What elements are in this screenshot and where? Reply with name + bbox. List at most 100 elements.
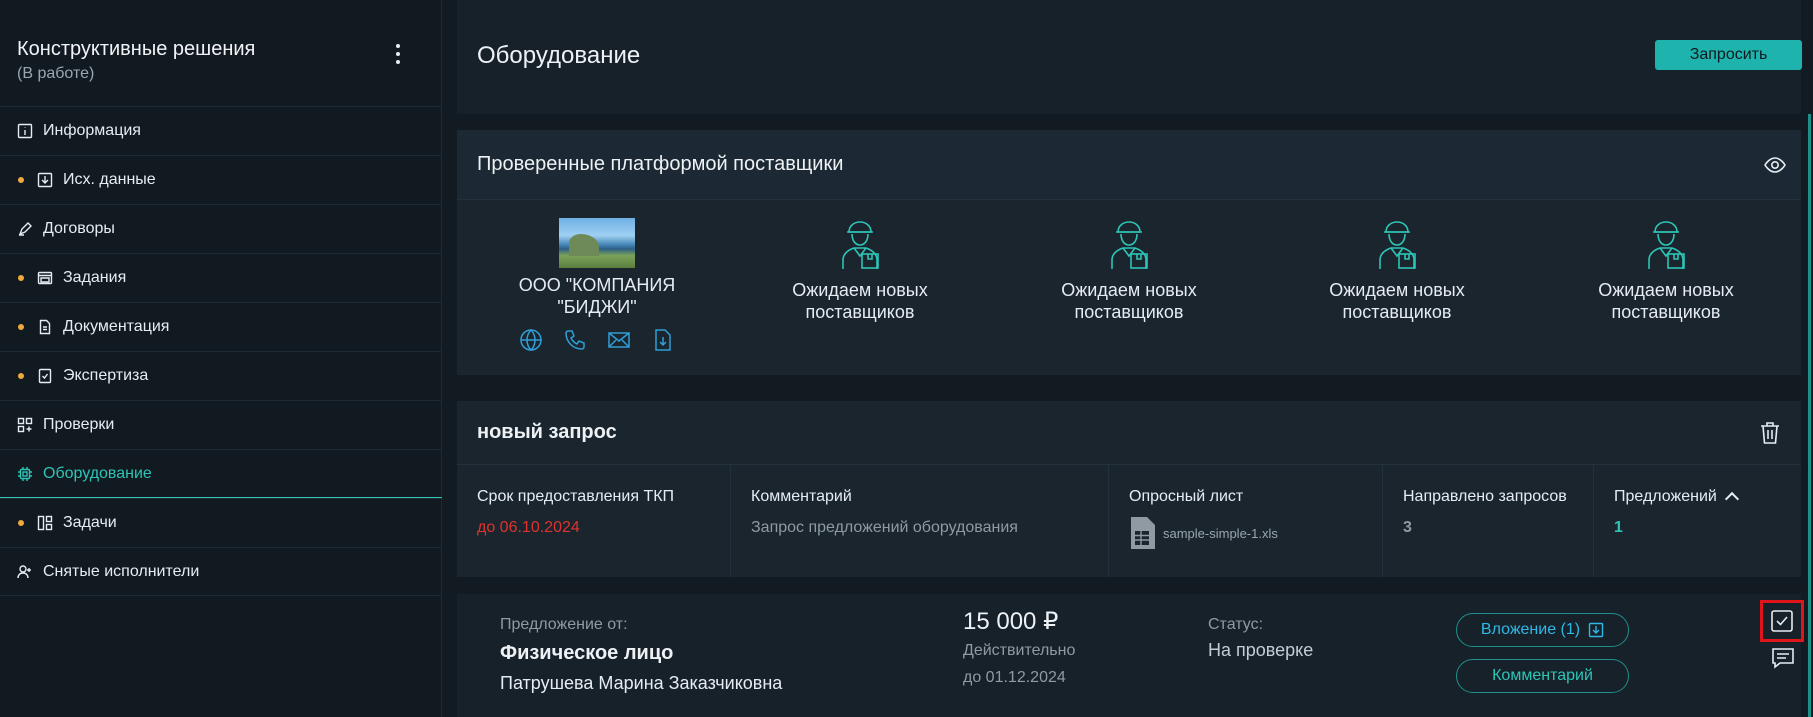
checkbox-icon xyxy=(1771,610,1793,632)
grid-icon xyxy=(17,417,33,433)
status-value: На проверке xyxy=(1208,640,1314,660)
questionnaire-column: Опросный лист sample-simple-1.xls xyxy=(1109,465,1383,577)
chip-icon xyxy=(17,466,33,482)
supplier-name: Ожидаем новых поставщиков xyxy=(1598,280,1734,322)
sidebar-item-equipment[interactable]: Оборудование xyxy=(0,449,442,498)
status-label: Статус: xyxy=(1208,616,1264,633)
supplier-card[interactable]: ООО "КОМПАНИЯ "БИДЖИ" xyxy=(497,218,697,352)
sidebar-item-label: Задания xyxy=(63,269,127,286)
download-icon xyxy=(37,172,53,188)
offer-from-label: Предложение от: xyxy=(500,616,628,633)
offer-from-name: Патрушева Марина Заказчиковна xyxy=(500,673,783,693)
sidebar-item-label: Исх. данные xyxy=(63,171,156,188)
supplier-name: Ожидаем новых поставщиков xyxy=(792,280,928,322)
questionnaire-file[interactable]: sample-simple-1.xls xyxy=(1129,517,1278,549)
courier-icon xyxy=(1111,221,1148,269)
offer-price: 15 000 ₽ xyxy=(963,608,1059,635)
info-icon xyxy=(17,123,33,139)
sent-count: 3 xyxy=(1403,519,1412,536)
sidebar-item-info[interactable]: Информация xyxy=(0,106,442,155)
sidebar-item-label: Снятые исполнители xyxy=(43,563,200,580)
supplier-logo xyxy=(559,218,635,268)
spreadsheet-file-icon xyxy=(1131,517,1155,549)
deadline-label: Срок предоставления ТКП xyxy=(477,488,675,505)
suppliers-panel: Проверенные платформой поставщики ООО "К… xyxy=(457,130,1801,375)
sidebar-item-label: Документация xyxy=(63,318,170,335)
courier-icon xyxy=(842,221,879,269)
download-icon xyxy=(1588,622,1604,638)
sidebar-item-documentation[interactable]: Документация xyxy=(0,302,442,351)
sidebar: Конструктивные решения (В работе) Информ… xyxy=(0,0,442,717)
file-download-icon[interactable] xyxy=(651,328,675,352)
trash-icon[interactable] xyxy=(1759,421,1781,445)
supplier-card: Ожидаем новых поставщиков xyxy=(1566,218,1766,323)
globe-icon[interactable] xyxy=(519,328,543,352)
sidebar-item-label: Проверки xyxy=(43,416,115,433)
offers-label: Предложений xyxy=(1614,488,1717,505)
supplier-name: Ожидаем новых поставщиков xyxy=(1061,280,1197,322)
chevron-up-icon[interactable] xyxy=(1724,491,1739,507)
deadline-column: Срок предоставления ТКП до 06.10.2024 xyxy=(457,465,731,577)
sidebar-item-checks[interactable]: Проверки xyxy=(0,400,442,449)
sidebar-item-tasks[interactable]: Задачи xyxy=(0,498,442,547)
phone-icon[interactable] xyxy=(563,328,587,352)
request-button[interactable]: Запросить xyxy=(1655,40,1802,70)
request-header: новый запрос xyxy=(457,401,1801,465)
window-icon xyxy=(37,270,53,286)
file-name: sample-simple-1.xls xyxy=(1163,525,1278,541)
request-details: Срок предоставления ТКП до 06.10.2024 Ко… xyxy=(457,465,1801,577)
supplier-card: Ожидаем новых поставщиков xyxy=(1297,218,1497,323)
sidebar-item-removed-executors[interactable]: Снятые исполнители xyxy=(0,547,442,596)
status-dot xyxy=(18,373,24,379)
status-dot xyxy=(18,324,24,330)
suppliers-title: Проверенные платформой поставщики xyxy=(477,153,844,175)
sidebar-item-source-data[interactable]: Исх. данные xyxy=(0,155,442,204)
attachment-button-label: Вложение (1) xyxy=(1480,621,1581,638)
project-status: (В работе) xyxy=(17,65,95,82)
sidebar-item-label: Экспертиза xyxy=(63,367,149,384)
comment-label: Комментарий xyxy=(751,488,852,505)
checklist-icon xyxy=(37,368,53,384)
sidebar-item-tasks-assignments[interactable]: Задания xyxy=(0,253,442,302)
project-title: Конструктивные решения xyxy=(17,38,256,60)
comment-value: Запрос предложений оборудования xyxy=(751,519,1018,536)
offer-from-type: Физическое лицо xyxy=(500,642,674,664)
main-content: Оборудование Запросить Проверенные платф… xyxy=(443,0,1813,717)
request-panel: новый запрос Срок предоставления ТКП до … xyxy=(457,401,1801,577)
comment-button[interactable]: Комментарий xyxy=(1456,659,1629,693)
supplier-contacts xyxy=(497,328,697,352)
sidebar-item-contracts[interactable]: Договоры xyxy=(0,204,442,253)
sidebar-item-label: Задачи xyxy=(63,514,117,531)
valid-until: до 01.12.2024 xyxy=(963,669,1066,686)
questionnaire-label: Опросный лист xyxy=(1129,488,1244,505)
sidebar-item-expertise[interactable]: Экспертиза xyxy=(0,351,442,400)
supplier-name: ООО "КОМПАНИЯ "БИДЖИ" xyxy=(518,275,676,317)
supplier-card: Ожидаем новых поставщиков xyxy=(760,218,960,323)
eye-icon[interactable] xyxy=(1763,153,1787,177)
suppliers-header: Проверенные платформой поставщики xyxy=(457,130,1801,200)
more-options-icon[interactable] xyxy=(393,42,403,66)
scrollbar[interactable] xyxy=(1808,114,1811,717)
sent-label: Направлено запросов xyxy=(1403,488,1567,505)
chat-icon[interactable] xyxy=(1771,646,1795,670)
deadline-value: до 06.10.2024 xyxy=(477,519,580,536)
sidebar-item-label: Оборудование xyxy=(43,465,152,482)
project-header: Конструктивные решения (В работе) xyxy=(17,38,427,88)
sidebar-item-label: Информация xyxy=(43,122,141,139)
approve-checkbox[interactable] xyxy=(1760,600,1804,642)
status-dot xyxy=(18,275,24,281)
document-icon xyxy=(37,319,53,335)
attachment-button[interactable]: Вложение (1) xyxy=(1456,613,1629,647)
status-dot xyxy=(18,177,24,183)
mail-icon[interactable] xyxy=(607,328,631,352)
valid-label: Действительно xyxy=(963,642,1076,659)
status-dot xyxy=(18,520,24,526)
pen-icon xyxy=(17,221,33,237)
courier-icon xyxy=(1648,221,1685,269)
offers-column: Предложений 1 xyxy=(1594,465,1801,577)
offers-count: 1 xyxy=(1614,519,1623,536)
sidebar-item-label: Договоры xyxy=(43,220,115,237)
offer-row: Предложение от: Физическое лицо Патрушев… xyxy=(457,594,1804,717)
sidebar-nav: Информация Исх. данные Договоры Задания … xyxy=(0,106,442,596)
supplier-name: Ожидаем новых поставщиков xyxy=(1329,280,1465,322)
